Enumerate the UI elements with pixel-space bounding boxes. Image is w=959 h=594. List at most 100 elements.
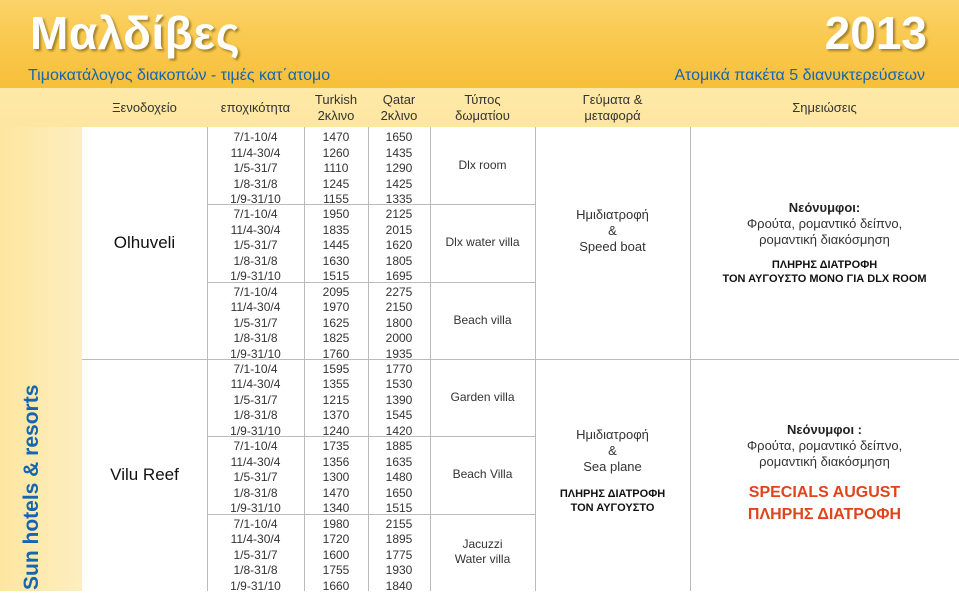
- season-range: 1/5-31/7: [207, 238, 304, 254]
- season-range: 1/5-31/7: [207, 316, 304, 332]
- season-range: 1/8-31/8: [207, 486, 304, 502]
- price-cell: 1260: [304, 146, 368, 162]
- hotel-divider: [82, 359, 959, 360]
- specials-line: SPECIALS AUGUST: [690, 482, 959, 504]
- spacer: [690, 470, 959, 482]
- room-type-line: Dlx room: [458, 158, 506, 173]
- room-type: JacuzziWater villa: [430, 514, 535, 591]
- price-cell: 1600: [304, 548, 368, 564]
- price-cell: 1650: [368, 486, 430, 502]
- price-table: Olhuveli7/1-10/411/4-30/41/5-31/71/8-31/…: [82, 127, 959, 591]
- price-cell: 1635: [368, 455, 430, 471]
- room-type-line: Beach Villa: [453, 467, 513, 482]
- header-meals: Γεύματα & μεταφορά: [535, 88, 690, 127]
- page-title: Μαλδίβες: [30, 6, 240, 60]
- header-season: εποχικότητα: [207, 88, 304, 127]
- price-cell: 1470: [304, 486, 368, 502]
- season-range: 1/5-31/7: [207, 161, 304, 177]
- price-cell: 1970: [304, 300, 368, 316]
- season-range: 7/1-10/4: [207, 362, 304, 378]
- price-cell: 1355: [304, 377, 368, 393]
- price-cell: 2275: [368, 285, 430, 301]
- room-type: Dlx water villa: [430, 204, 535, 281]
- season-range: 1/9-31/10: [207, 579, 304, 594]
- price-cell: 1370: [304, 408, 368, 424]
- price-cell: 2015: [368, 223, 430, 239]
- spacer: [535, 475, 690, 487]
- price-cell: 1775: [368, 548, 430, 564]
- season-range: 1/5-31/7: [207, 393, 304, 409]
- price-cell: 2150: [368, 300, 430, 316]
- price-cell: 1660: [304, 579, 368, 594]
- price-cell: 1950: [304, 207, 368, 223]
- qatar-prices: 16501435129014251335: [368, 130, 430, 208]
- season-range: 7/1-10/4: [207, 439, 304, 455]
- price-cell: 1835: [304, 223, 368, 239]
- season-list: 7/1-10/411/4-30/41/5-31/71/8-31/81/9-31/…: [207, 439, 304, 517]
- price-cell: 1840: [368, 579, 430, 594]
- header-hotel: Ξενοδοχείο: [82, 88, 207, 127]
- price-cell: 2095: [304, 285, 368, 301]
- price-cell: 1735: [304, 439, 368, 455]
- qatar-prices: 22752150180020001935: [368, 285, 430, 363]
- header-notes: Σημειώσεις: [690, 88, 959, 127]
- season-list: 7/1-10/411/4-30/41/5-31/71/8-31/81/9-31/…: [207, 130, 304, 208]
- price-cell: 1800: [368, 316, 430, 332]
- room-type: Beach villa: [430, 282, 535, 359]
- room-type: Garden villa: [430, 359, 535, 436]
- room-type-line: Beach villa: [453, 313, 511, 328]
- price-cell: 1630: [304, 254, 368, 270]
- season-range: 1/8-31/8: [207, 177, 304, 193]
- turkish-prices: 15951355121513701240: [304, 362, 368, 440]
- price-cell: 1110: [304, 161, 368, 177]
- season-range: 7/1-10/4: [207, 517, 304, 533]
- season-range: 7/1-10/4: [207, 207, 304, 223]
- room-type: Dlx room: [430, 127, 535, 204]
- price-cell: 1720: [304, 532, 368, 548]
- price-cell: 1825: [304, 331, 368, 347]
- meals-info: Ημιδιατροφή&Sea planeΠΛΗΡΗΣ ΔΙΑΤΡΟΦΗΤΟΝ …: [535, 427, 690, 515]
- price-cell: 1930: [368, 563, 430, 579]
- notes-info: Νεόνυμφοι :Φρούτα, ρομαντικό δείπνο,ρομα…: [690, 422, 959, 526]
- header-room: Τύπος δωματίου: [430, 88, 535, 127]
- meal-line: &: [535, 223, 690, 239]
- notes-title: Νεόνυμφοι:: [690, 200, 959, 216]
- price-cell: 1805: [368, 254, 430, 270]
- qatar-prices: 17701530139015451420: [368, 362, 430, 440]
- season-range: 1/5-31/7: [207, 548, 304, 564]
- season-range: 1/8-31/8: [207, 331, 304, 347]
- specials-line: ΠΛΗΡΗΣ ΔΙΑΤΡΟΦΗ: [690, 504, 959, 526]
- qatar-prices: 21252015162018051695: [368, 207, 430, 285]
- season-range: 7/1-10/4: [207, 130, 304, 146]
- price-cell: 1445: [304, 238, 368, 254]
- price-cell: 1290: [368, 161, 430, 177]
- notes-line: Φρούτα, ρομαντικό δείπνο,: [690, 438, 959, 454]
- price-cell: 1390: [368, 393, 430, 409]
- qatar-prices: 21551895177519301840: [368, 517, 430, 594]
- price-cell: 1770: [368, 362, 430, 378]
- price-cell: 1545: [368, 408, 430, 424]
- room-type-line: Jacuzzi: [462, 537, 502, 552]
- season-range: 11/4-30/4: [207, 300, 304, 316]
- room-type-line: Water villa: [455, 552, 511, 567]
- header-qatar: Qatar 2κλινο: [368, 88, 430, 127]
- hotel-name: Olhuveli: [82, 127, 207, 359]
- meal-line: Sea plane: [535, 459, 690, 475]
- price-cell: 1595: [304, 362, 368, 378]
- season-list: 7/1-10/411/4-30/41/5-31/71/8-31/81/9-31/…: [207, 362, 304, 440]
- season-range: 1/8-31/8: [207, 254, 304, 270]
- price-cell: 2000: [368, 331, 430, 347]
- title-banner: Μαλδίβες 2013 Τιμοκατάλογος διακοπών - τ…: [0, 0, 959, 88]
- meal-extra-line: ΤΟΝ ΑΥΓΟΥΣΤΟ: [535, 501, 690, 515]
- turkish-prices: 19501835144516301515: [304, 207, 368, 285]
- price-cell: 2125: [368, 207, 430, 223]
- price-cell: 1755: [304, 563, 368, 579]
- meals-info: Ημιδιατροφή&Speed boat: [535, 207, 690, 255]
- season-range: 11/4-30/4: [207, 532, 304, 548]
- season-list: 7/1-10/411/4-30/41/5-31/71/8-31/81/9-31/…: [207, 285, 304, 363]
- notes-extra-line: ΤΟΝ ΑΥΓΟΥΣΤΟ ΜΟΝΟ ΓΙΑ DLX ROOM: [690, 272, 959, 286]
- season-range: 11/4-30/4: [207, 223, 304, 239]
- season-range: 1/8-31/8: [207, 408, 304, 424]
- qatar-prices: 18851635148016501515: [368, 439, 430, 517]
- meal-line: &: [535, 443, 690, 459]
